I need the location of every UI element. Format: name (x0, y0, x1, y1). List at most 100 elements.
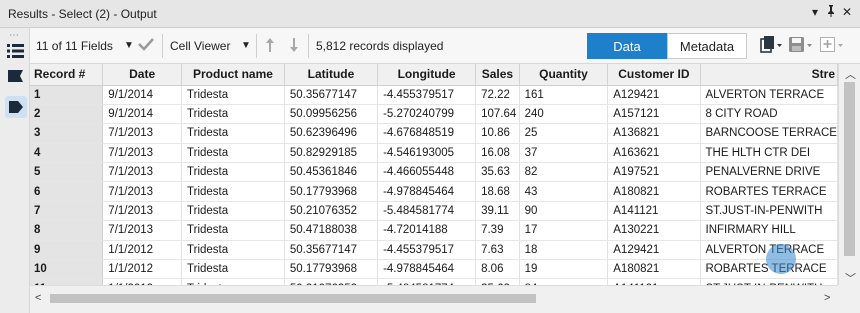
table-row[interactable]: 5 7/1/2013 Tridesta 50.45361846 -4.466055448… (30, 162, 838, 183)
table-cell[interactable]: -4.676848519 (377, 123, 477, 144)
table-cell[interactable]: Tridesta (181, 201, 285, 222)
table-cell[interactable]: A197521 (607, 162, 701, 183)
record-number-cell[interactable]: 4 (30, 143, 104, 164)
table-row[interactable]: 3 7/1/2013 Tridesta 50.62396496 -4.676848519… (30, 123, 838, 144)
table-cell[interactable]: A129421 (607, 240, 701, 261)
table-cell[interactable]: Tridesta (181, 181, 285, 202)
sort-down-arrow-icon[interactable] (289, 37, 299, 56)
table-cell[interactable]: 37 (519, 143, 609, 164)
table-cell[interactable]: A157121 (607, 104, 701, 125)
table-cell[interactable]: -5.484581774 (377, 201, 477, 222)
table-row[interactable]: 7 7/1/2013 Tridesta 50.21076352 -5.484581774… (30, 201, 838, 222)
table-cell[interactable]: 16.08 (475, 143, 520, 164)
table-cell[interactable]: 7.63 (475, 240, 520, 261)
record-number-cell[interactable]: 8 (30, 220, 104, 241)
horizontal-scrollbar[interactable]: < > (30, 285, 838, 313)
list-view-icon[interactable] (7, 43, 24, 59)
table-cell[interactable]: 43 (519, 181, 609, 202)
table-cell[interactable]: 18 (519, 240, 609, 261)
record-number-cell[interactable]: 2 (30, 104, 104, 125)
table-cell[interactable]: A163621 (607, 143, 701, 164)
table-cell[interactable]: 240 (519, 104, 609, 125)
record-number-cell[interactable]: 9 (30, 240, 104, 261)
table-cell[interactable]: 7/1/2013 (102, 220, 183, 241)
save-icon[interactable] (789, 36, 813, 57)
table-cell[interactable]: 7/1/2013 (102, 143, 183, 164)
table-cell[interactable]: -4.455379517 (377, 240, 477, 261)
table-cell[interactable]: 50.17793968 (284, 259, 379, 280)
table-cell[interactable]: 9/1/2014 (102, 104, 183, 125)
table-cell[interactable]: 1/1/2012 (102, 240, 183, 261)
column-header[interactable]: Quantity (519, 64, 609, 86)
table-cell[interactable]: Tridesta (181, 123, 285, 144)
table-cell[interactable]: Tridesta (181, 259, 285, 280)
vertical-scrollbar[interactable]: ︿ ﹀ (838, 64, 860, 285)
table-cell[interactable]: BARNCOOSE TERRACE (700, 123, 838, 144)
table-cell[interactable]: A180821 (607, 181, 701, 202)
record-number-cell[interactable]: 10 (30, 259, 104, 280)
table-cell[interactable]: Tridesta (181, 240, 285, 261)
table-cell[interactable]: 7/1/2013 (102, 201, 183, 222)
table-cell[interactable]: Tridesta (181, 220, 285, 241)
table-cell[interactable]: 50.45361846 (284, 162, 379, 183)
column-header[interactable]: Stre (700, 64, 838, 86)
table-cell[interactable]: -5.270240799 (377, 104, 477, 125)
table-cell[interactable]: 7/1/2013 (102, 123, 183, 144)
table-cell[interactable]: INFIRMARY HILL (700, 220, 838, 241)
table-cell[interactable]: 72.22 (475, 85, 520, 105)
table-cell[interactable]: -4.978845464 (377, 259, 477, 280)
table-cell[interactable]: ST.JUST-IN-PENWITH (700, 201, 838, 222)
record-number-cell[interactable]: 7 (30, 201, 104, 222)
column-header[interactable]: Customer ID (607, 64, 701, 86)
fields-dropdown-icon[interactable]: ▼ (124, 40, 134, 51)
table-cell[interactable]: 161 (519, 85, 609, 105)
fields-selector[interactable]: 11 of 11 Fields (36, 39, 113, 53)
table-cell[interactable]: 50.47188038 (284, 220, 379, 241)
pin-icon[interactable] (826, 5, 836, 20)
close-icon[interactable]: ✕ (842, 5, 852, 19)
table-cell[interactable]: -4.978845464 (377, 181, 477, 202)
scroll-left-icon[interactable]: < (35, 292, 41, 304)
record-number-cell[interactable]: 5 (30, 162, 104, 183)
column-header[interactable]: Date (102, 64, 183, 86)
column-header[interactable]: Latitude (284, 64, 379, 86)
table-cell[interactable]: 50.21076352 (284, 201, 379, 222)
column-header[interactable]: Product name (181, 64, 285, 86)
table-cell[interactable]: 50.82929185 (284, 143, 379, 164)
table-cell[interactable]: PENALVERNE DRIVE (700, 162, 838, 183)
checkmark-icon[interactable] (138, 37, 154, 54)
table-cell[interactable]: 18.68 (475, 181, 520, 202)
tab-data[interactable]: Data (587, 33, 667, 59)
scroll-down-icon[interactable]: ﹀ (845, 270, 856, 286)
copy-icon[interactable] (760, 36, 782, 57)
table-cell[interactable]: 82 (519, 162, 609, 183)
table-cell[interactable]: Tridesta (181, 104, 285, 125)
table-cell[interactable]: 8.06 (475, 259, 520, 280)
table-cell[interactable]: -4.72014188 (377, 220, 477, 241)
table-cell[interactable]: 25 (519, 123, 609, 144)
cell-viewer-selector[interactable]: Cell Viewer (170, 39, 230, 53)
table-cell[interactable]: -4.466055448 (377, 162, 477, 183)
table-cell[interactable]: 7.39 (475, 220, 520, 241)
table-cell[interactable]: A141121 (607, 201, 701, 222)
cell-viewer-dropdown-icon[interactable]: ▼ (241, 40, 251, 51)
window-menu-dropdown-icon[interactable]: ▾ (812, 5, 818, 19)
table-row[interactable]: 6 7/1/2013 Tridesta 50.17793968 -4.978845464… (30, 181, 838, 202)
table-cell[interactable]: 107.64 (475, 104, 520, 125)
table-cell[interactable]: 7/1/2013 (102, 162, 183, 183)
table-row[interactable]: 1 9/1/2014 Tridesta 50.35677147 -4.455379517… (30, 85, 838, 105)
table-cell[interactable]: 19 (519, 259, 609, 280)
table-cell[interactable]: Tridesta (181, 85, 285, 105)
scroll-right-icon[interactable]: > (824, 292, 830, 304)
vertical-scroll-thumb[interactable] (844, 82, 855, 256)
table-cell[interactable]: 50.62396496 (284, 123, 379, 144)
column-header[interactable]: Longitude (377, 64, 477, 86)
scroll-up-icon[interactable]: ︿ (845, 66, 856, 82)
table-cell[interactable]: 17 (519, 220, 609, 241)
table-cell[interactable]: A129421 (607, 85, 701, 105)
record-number-cell[interactable]: 1 (30, 85, 104, 105)
table-cell[interactable]: A130221 (607, 220, 701, 241)
table-cell[interactable]: 90 (519, 201, 609, 222)
column-header[interactable]: Record # (30, 64, 104, 86)
table-cell[interactable]: 35.63 (475, 162, 520, 183)
